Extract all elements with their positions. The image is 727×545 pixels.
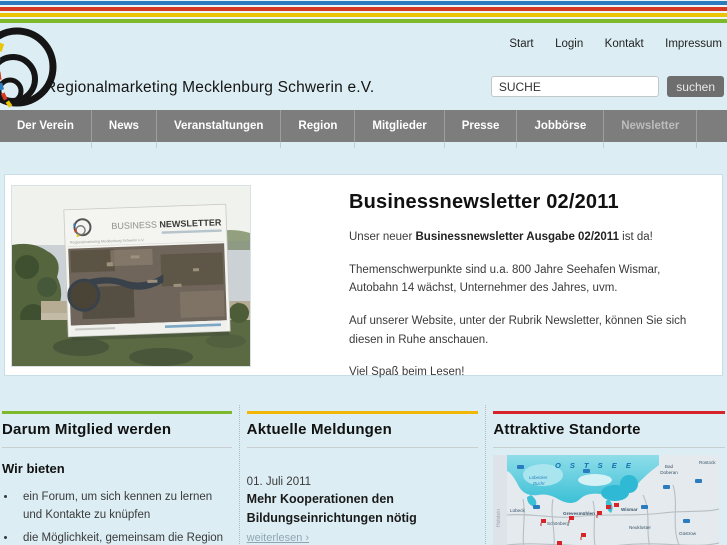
svg-text:Rostock: Rostock	[699, 460, 716, 465]
nav-item-newsletter[interactable]: Newsletter	[604, 110, 698, 148]
membership-bullets: ein Forum, um sich kennen zu lernen und …	[17, 489, 232, 545]
nav-item-mitglieder[interactable]: Mitglieder	[355, 110, 446, 148]
news-date: 01. Juli 2011	[246, 476, 312, 488]
svg-text:Wismar: Wismar	[621, 507, 638, 512]
header: Regionalmarketing Mecklenburg Schwerin e…	[0, 23, 727, 110]
top-link-start[interactable]: Start	[509, 38, 533, 50]
news-more-link[interactable]: weiterlesen ›	[247, 532, 309, 544]
top-link-impressum[interactable]: Impressum	[665, 38, 722, 50]
svg-text:Neukloster: Neukloster	[629, 525, 651, 530]
svg-text:O S T S E E: O S T S E E	[555, 461, 634, 470]
news-headline-link[interactable]: Mehr Kooperationen den Bildungseinrichtu…	[247, 490, 479, 528]
teaser-paragraph-1: Unser neuer Businessnewsletter Ausgabe 0…	[349, 231, 653, 243]
billboard: BUSINESS NEWSLETTER Regionalmarketing Me…	[63, 203, 231, 341]
bottom-columns: Darum Mitglied werden Wir bieten ein For…	[2, 405, 726, 545]
teaser-heading: Businessnewsletter 02/2011	[349, 191, 619, 213]
nav-item-jobboerse[interactable]: Jobbörse	[517, 110, 605, 148]
column-divider	[238, 405, 240, 545]
svg-text:Holstein: Holstein	[496, 509, 502, 527]
membership-bullet: ein Forum, um sich kennen zu lernen und …	[17, 489, 232, 525]
nav-item-news[interactable]: News	[92, 110, 158, 148]
newsletter-teaser-text: Businessnewsletter 02/2011 Unser neuer B…	[349, 183, 708, 396]
region-map-image: O S T S E E Lübecker Bucht Holstein Lübe…	[493, 455, 720, 545]
teaser-paragraph-3: Auf unserer Website, unter der Rubrik Ne…	[349, 314, 687, 346]
column-divider	[485, 405, 487, 545]
nav-item-veranstaltungen[interactable]: Veranstaltungen	[157, 110, 282, 148]
site-title: Regionalmarketing Mecklenburg Schwerin e…	[45, 79, 375, 96]
svg-text:Bucht: Bucht	[533, 481, 545, 486]
accent-yellow	[246, 411, 479, 414]
svg-text:Grevesmühlen: Grevesmühlen	[563, 511, 595, 516]
top-link-login[interactable]: Login	[555, 38, 583, 50]
membership-subtitle: Wir bieten	[2, 461, 65, 476]
svg-text:Bad: Bad	[665, 464, 674, 469]
top-links: Start Login Kontakt Impressum	[492, 34, 722, 52]
locations-map[interactable]: O S T S E E Lübecker Bucht Holstein Lübe…	[493, 455, 725, 545]
accent-red	[493, 411, 726, 414]
svg-text:Lübecker: Lübecker	[529, 475, 548, 480]
nav-item-region[interactable]: Region	[281, 110, 356, 148]
column-locations: Attraktive Standorte O S T S E E Lübecke…	[493, 411, 726, 545]
search-button[interactable]: suchen	[667, 76, 724, 97]
nav-item-presse[interactable]: Presse	[445, 110, 518, 148]
brand-stripes	[0, 0, 727, 23]
membership-title: Darum Mitglied werden	[2, 421, 232, 448]
top-link-kontakt[interactable]: Kontakt	[605, 38, 644, 50]
search-area: suchen	[490, 76, 724, 97]
column-membership: Darum Mitglied werden Wir bieten ein For…	[2, 411, 232, 545]
newsletter-teaser-box: BUSINESS NEWSLETTER Regionalmarketing Me…	[4, 174, 723, 378]
svg-text:Schönberg: Schönberg	[547, 521, 570, 526]
newsletter-photo: BUSINESS NEWSLETTER Regionalmarketing Me…	[11, 185, 251, 367]
teaser-paragraph-4: Viel Spaß beim Lesen!	[349, 366, 465, 379]
main-nav: Der Verein News Veranstaltungen Region M…	[0, 110, 727, 148]
svg-text:Lübeck: Lübeck	[510, 508, 526, 513]
svg-text:Güstrow: Güstrow	[679, 531, 697, 536]
search-input[interactable]	[490, 76, 659, 97]
news-title: Aktuelle Meldungen	[246, 421, 479, 448]
page: Regionalmarketing Mecklenburg Schwerin e…	[0, 0, 727, 545]
site-logo-icon	[0, 27, 57, 108]
locations-title: Attraktive Standorte	[493, 421, 726, 448]
membership-bullet: die Möglichkeit, gemeinsam die Region ak…	[17, 530, 232, 545]
svg-text:Doberan: Doberan	[661, 470, 679, 475]
nav-item-der-verein[interactable]: Der Verein	[0, 110, 92, 148]
column-news: Aktuelle Meldungen 01. Juli 2011 Mehr Ko…	[246, 411, 479, 545]
accent-green	[2, 411, 232, 414]
teaser-paragraph-2: Themenschwerpunkte sind u.a. 800 Jahre S…	[349, 263, 661, 295]
